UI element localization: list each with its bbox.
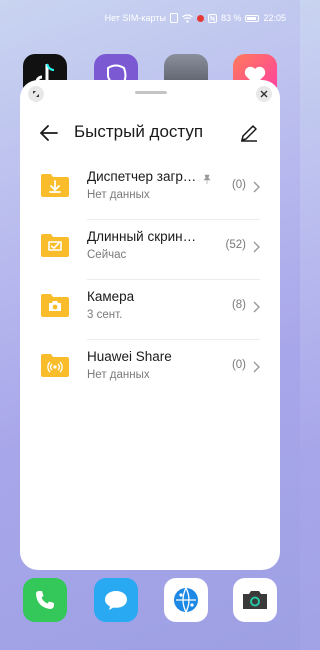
sim-icon [169,13,178,23]
messages-app-icon[interactable] [94,578,138,622]
chevron-right-icon [252,300,260,313]
status-bar: Нет SIM-карты 83 % 22:05 [0,0,300,36]
item-count: (8) [231,299,246,311]
item-subtitle: Сейчас [87,249,127,261]
notification-dot-icon [196,14,204,22]
item-subtitle: 3 сент. [87,309,123,321]
pencil-icon [241,125,257,142]
close-window-button[interactable] [256,86,272,102]
nfc-icon [207,13,217,23]
quick-access-panel: Быстрый доступ Диспетчер загрузок Нет да… [20,80,280,570]
clock: 22:05 [263,13,286,23]
chevron-right-icon [252,240,260,253]
item-subtitle: Нет данных [87,189,150,201]
battery-icon [245,14,260,22]
item-subtitle: Нет данных [87,369,150,381]
item-count: (0) [231,179,246,191]
browser-app-icon[interactable] [164,578,208,622]
battery-percent: 83 % [220,13,242,23]
download-folder-icon [40,170,70,200]
share-folder-icon [40,350,70,380]
shortcut-list: Диспетчер загрузок Нет данных (0) Длинны… [20,160,280,400]
back-button[interactable] [38,122,60,144]
pin-icon [202,171,212,184]
item-name: Длинный скриншот [87,229,199,244]
drag-handle[interactable] [135,91,167,94]
carrier-text: Нет SIM-карты [104,13,166,23]
chevron-right-icon [252,180,260,193]
item-name: Диспетчер загрузок [87,169,199,184]
chevron-right-icon [252,360,260,373]
item-count: (52) [225,239,246,251]
list-item-camera[interactable]: Камера 3 сент. (8) [20,280,280,340]
arrow-left-icon [40,125,58,141]
camera-app-icon[interactable] [233,578,277,622]
dock [0,578,300,624]
screenshot-folder-icon [40,230,70,260]
panel-header: Быстрый доступ [20,116,280,148]
phone-app-icon[interactable] [23,578,67,622]
item-name: Huawei Share [87,349,172,364]
list-item-downloads[interactable]: Диспетчер загрузок Нет данных (0) [20,160,280,220]
item-count: (0) [231,359,246,371]
edit-button[interactable] [238,122,260,144]
wifi-icon [182,13,193,23]
camera-folder-icon [40,290,70,320]
expand-window-button[interactable] [28,86,44,102]
item-name: Камера [87,289,135,304]
page-title: Быстрый доступ [74,122,204,141]
list-item-long-screenshot[interactable]: Длинный скриншот Сейчас (52) [20,220,280,280]
list-item-huawei-share[interactable]: Huawei Share Нет данных (0) [20,340,280,400]
